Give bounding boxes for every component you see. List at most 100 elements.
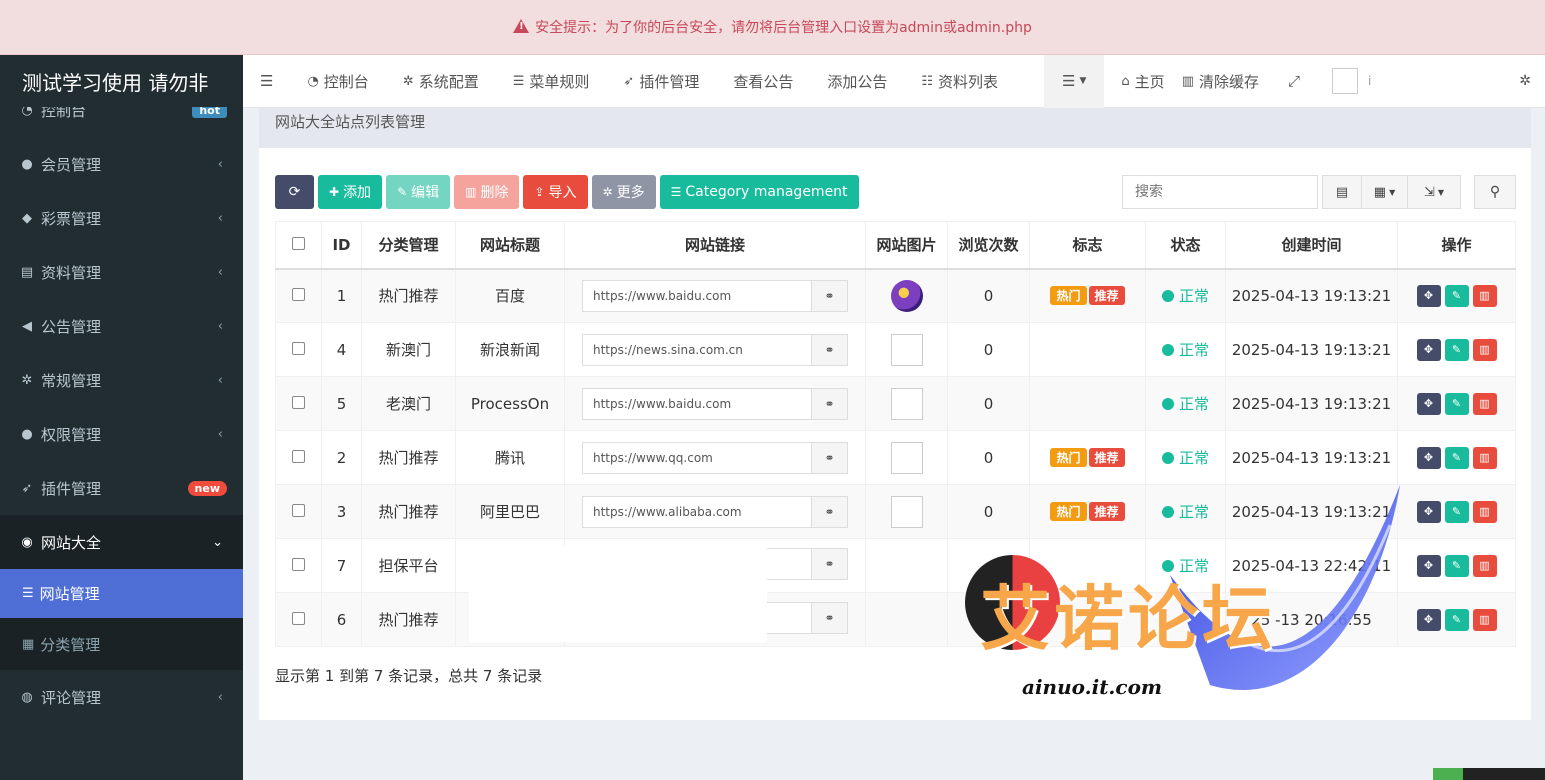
row-edit-button[interactable]: ✎ xyxy=(1444,284,1469,307)
broken-image-icon[interactable] xyxy=(890,333,923,366)
refresh-button[interactable]: ⟳ xyxy=(275,175,314,209)
sidebar-item-websites[interactable]: ◉ 网站大全 ⌄ xyxy=(0,515,243,569)
user-name[interactable]: i xyxy=(1368,74,1371,88)
row-edit-button[interactable]: ✎ xyxy=(1444,608,1469,631)
row-edit-button[interactable]: ✎ xyxy=(1444,554,1469,577)
open-link-button[interactable]: ⚭ xyxy=(812,601,848,634)
url-field[interactable]: https://www.qq.com xyxy=(582,441,812,474)
open-link-button[interactable]: ⚭ xyxy=(812,279,848,312)
url-field[interactable]: https://news.sina.com.cn xyxy=(582,333,812,366)
row-checkbox[interactable] xyxy=(292,557,305,571)
nav-file-list[interactable]: ☷ 资料列表 xyxy=(904,55,1015,108)
row-edit-button[interactable]: ✎ xyxy=(1444,338,1469,361)
drag-button[interactable]: ✥ xyxy=(1416,284,1441,307)
nav-dashboard[interactable]: ◔ 控制台 xyxy=(290,55,385,108)
open-link-button[interactable]: ⚭ xyxy=(812,333,848,366)
sidebar-item-label: 网站大全 xyxy=(41,533,102,552)
url-field[interactable]: https://www.baidu.com xyxy=(582,387,812,420)
column-header[interactable]: 创建时间 xyxy=(1225,221,1398,270)
nav-more-dropdown[interactable]: ☰ ▼ xyxy=(1044,54,1105,108)
url-field[interactable]: https://www.baidu.com xyxy=(582,279,812,312)
sidebar-subitem-category-management[interactable]: ▦ 分类管理 xyxy=(0,618,243,670)
row-delete-button[interactable]: ▥ xyxy=(1472,284,1497,307)
select-all-checkbox[interactable] xyxy=(292,236,305,250)
export-dropdown[interactable]: ⇲ ▼ xyxy=(1407,175,1461,209)
drag-button[interactable]: ✥ xyxy=(1416,338,1441,361)
sidebar-item-comments[interactable]: ◍ 评论管理 ‹ xyxy=(0,670,243,724)
drag-button[interactable]: ✥ xyxy=(1416,392,1441,415)
column-header[interactable]: 网站链接 xyxy=(564,221,866,270)
open-link-button[interactable]: ⚭ xyxy=(812,495,848,528)
row-edit-button[interactable]: ✎ xyxy=(1444,392,1469,415)
sidebar-item-plugins[interactable]: ➶ 插件管理 new xyxy=(0,461,243,515)
nav-system-config[interactable]: ✲ 系统配置 xyxy=(386,55,496,108)
cell-created: 2025-04-13 19:13:21 xyxy=(1225,484,1398,539)
nav-view-announcements[interactable]: 查看公告 xyxy=(716,55,810,108)
column-header[interactable]: ID xyxy=(321,221,362,270)
brand-title[interactable]: 测试学习使用 请勿非 xyxy=(0,55,243,107)
column-header[interactable]: 状态 xyxy=(1145,221,1226,270)
broken-image-icon[interactable] xyxy=(890,441,923,474)
sidebar-item-files[interactable]: ▤ 资料管理 ‹ xyxy=(0,245,243,299)
broken-image-icon[interactable] xyxy=(890,387,923,420)
nav-home[interactable]: ⌂ 主页 xyxy=(1104,55,1181,108)
more-button[interactable]: ✲ 更多 xyxy=(591,175,656,209)
broken-image-icon[interactable] xyxy=(890,495,923,528)
row-delete-button[interactable]: ▥ xyxy=(1472,500,1497,523)
category-management-button[interactable]: ☰ Category management xyxy=(659,175,859,209)
search-input[interactable] xyxy=(1122,175,1318,209)
drag-button[interactable]: ✥ xyxy=(1416,500,1441,523)
sidebar-item-lottery[interactable]: ◆ 彩票管理 ‹ xyxy=(0,191,243,245)
drag-button[interactable]: ✥ xyxy=(1416,446,1441,469)
columns-dropdown[interactable]: ▦ ▼ xyxy=(1361,175,1408,209)
row-checkbox[interactable] xyxy=(292,341,305,355)
drag-button[interactable]: ✥ xyxy=(1416,608,1441,631)
cell-category: 热门推荐 xyxy=(361,430,456,485)
sidebar-toggle-button[interactable]: ☰ xyxy=(243,55,290,108)
column-header[interactable]: 分类管理 xyxy=(361,221,456,270)
sidebar-item-members[interactable]: ● 会员管理 ‹ xyxy=(0,137,243,191)
column-header[interactable]: 网站图片 xyxy=(865,221,948,270)
sidebar-item-permissions[interactable]: ● 权限管理 ‹ xyxy=(0,407,243,461)
add-button[interactable]: ✚ 添加 xyxy=(318,175,383,209)
column-header[interactable]: 网站标题 xyxy=(455,221,565,270)
url-field[interactable]: https://www.alibaba.com xyxy=(582,495,812,528)
chevron-left-icon: ‹ xyxy=(217,372,223,388)
row-edit-button[interactable]: ✎ xyxy=(1444,446,1469,469)
toggle-view-button[interactable]: ▤ xyxy=(1322,175,1362,209)
row-edit-button[interactable]: ✎ xyxy=(1444,500,1469,523)
row-checkbox[interactable] xyxy=(292,395,305,409)
sidebar-item-general[interactable]: ✲ 常规管理 ‹ xyxy=(0,353,243,407)
column-header[interactable]: 浏览次数 xyxy=(947,221,1030,270)
search-button[interactable]: ⚲ xyxy=(1474,175,1516,209)
cell-image xyxy=(865,484,948,539)
settings-gear-icon[interactable]: ✲ xyxy=(1519,73,1531,89)
row-delete-button[interactable]: ▥ xyxy=(1472,608,1497,631)
delete-button[interactable]: ▥ 删除 xyxy=(454,175,520,209)
row-checkbox[interactable] xyxy=(292,287,305,301)
open-link-button[interactable]: ⚭ xyxy=(812,547,848,580)
cell-category: 热门推荐 xyxy=(361,484,456,539)
user-avatar[interactable] xyxy=(1332,68,1359,94)
sidebar-item-announcements[interactable]: ◀ 公告管理 ‹ xyxy=(0,299,243,353)
row-delete-button[interactable]: ▥ xyxy=(1472,446,1497,469)
sidebar-subitem-site-management[interactable]: ☰ 网站管理 xyxy=(0,569,243,618)
nav-add-announcement[interactable]: 添加公告 xyxy=(810,55,904,108)
row-checkbox[interactable] xyxy=(292,449,305,463)
import-button[interactable]: ⇪ 导入 xyxy=(523,175,588,209)
row-checkbox[interactable] xyxy=(292,611,305,625)
nav-clear-cache[interactable]: ▥ 清除缓存 xyxy=(1182,55,1276,108)
nav-plugins[interactable]: ➶ 插件管理 xyxy=(606,55,716,108)
nav-menu-rules[interactable]: ☰ 菜单规则 xyxy=(496,55,607,108)
open-link-button[interactable]: ⚭ xyxy=(812,441,848,474)
column-header[interactable]: 标志 xyxy=(1029,221,1146,270)
fullscreen-button[interactable]: ⤢ xyxy=(1276,55,1312,108)
row-delete-button[interactable]: ▥ xyxy=(1472,392,1497,415)
site-image[interactable] xyxy=(890,279,923,312)
row-delete-button[interactable]: ▥ xyxy=(1472,554,1497,577)
edit-button[interactable]: ✎ 编辑 xyxy=(386,175,451,209)
row-checkbox[interactable] xyxy=(292,503,305,517)
drag-button[interactable]: ✥ xyxy=(1416,554,1441,577)
row-delete-button[interactable]: ▥ xyxy=(1472,338,1497,361)
open-link-button[interactable]: ⚭ xyxy=(812,387,848,420)
